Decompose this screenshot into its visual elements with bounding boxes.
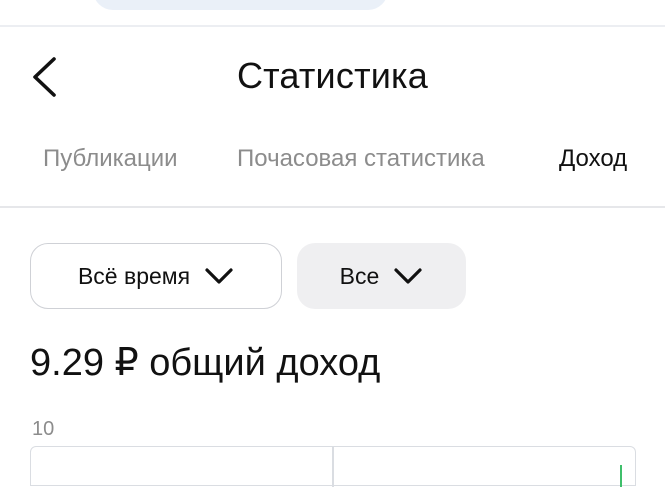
tab-hourly-stats[interactable]: Почасовая статистика [237, 145, 485, 173]
chart-series-mark [620, 465, 622, 487]
chart-plot-area [30, 446, 636, 487]
period-filter-dropdown[interactable]: Всё время [30, 243, 282, 309]
y-axis-tick-label: 10 [32, 418, 55, 440]
income-chart: 10 [30, 416, 636, 487]
type-filter-label: Все [339, 262, 380, 289]
top-bar [0, 0, 665, 27]
filter-row: Всё время Все [0, 243, 665, 310]
page-header: Статистика [0, 27, 665, 125]
type-filter-dropdown[interactable]: Все [297, 243, 466, 309]
chart-grid-divider [332, 447, 334, 487]
tab-publications[interactable]: Публикации [43, 145, 178, 173]
search-bar-pill[interactable] [93, 0, 388, 10]
chevron-down-icon [394, 268, 422, 284]
tab-bar: Публикации Почасовая статистика Доход [0, 125, 665, 208]
period-filter-label: Всё время [77, 262, 191, 289]
total-income: 9.29 ₽ общий доход [30, 342, 381, 384]
chevron-down-icon [205, 268, 233, 284]
tab-income[interactable]: Доход [559, 145, 627, 173]
page-title: Статистика [236, 55, 429, 96]
